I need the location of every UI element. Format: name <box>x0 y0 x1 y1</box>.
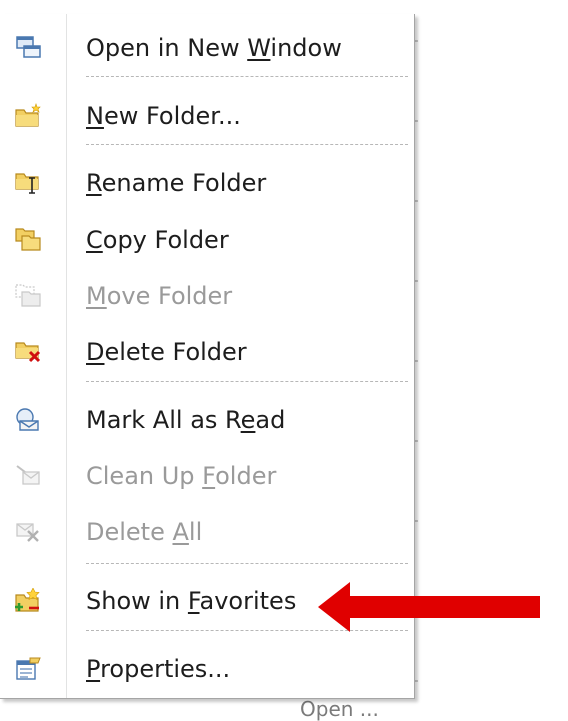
menu-separator <box>86 563 408 564</box>
menu-item-label: Clean Up Folder <box>86 462 277 490</box>
clean-up-icon <box>14 463 42 489</box>
menu-item-delete-all: Delete All <box>0 507 410 557</box>
properties-icon <box>14 656 42 682</box>
menu-item-label: Delete All <box>86 518 203 546</box>
menu-item-label: Open in New Window <box>86 34 342 62</box>
delete-all-icon <box>14 519 42 545</box>
menu-separator <box>86 381 408 382</box>
red-arrow-shape <box>318 582 540 632</box>
menu-item-label: Copy Folder <box>86 226 229 254</box>
menu-item-clean-up-folder: Clean Up Folder <box>0 451 410 501</box>
new-window-icon <box>14 35 42 61</box>
delete-folder-icon <box>14 339 42 365</box>
menu-item-label: Move Folder <box>86 282 233 310</box>
menu-item-rename-folder[interactable]: Rename Folder <box>0 158 410 208</box>
menu-item-label: New Folder... <box>86 102 241 130</box>
menu-item-label: Delete Folder <box>86 338 247 366</box>
new-folder-icon <box>14 103 42 129</box>
menu-item-delete-folder[interactable]: Delete Folder <box>0 327 410 377</box>
menu-item-mark-all-as-read[interactable]: Mark All as Read <box>0 395 410 445</box>
menu-item-new-folder[interactable]: New Folder... <box>0 91 410 141</box>
menu-item-label: Show in Favorites <box>86 587 297 615</box>
menu-item-open-in-new-window[interactable]: Open in New Window <box>0 23 410 73</box>
menu-item-label: Properties... <box>86 655 231 683</box>
copy-folder-icon <box>14 227 42 253</box>
menu-separator <box>86 144 408 145</box>
menu-item-label: Rename Folder <box>86 169 267 197</box>
menu-item-properties[interactable]: Properties... <box>0 644 410 694</box>
favorites-icon <box>14 587 42 614</box>
menu-item-copy-folder[interactable]: Copy Folder <box>0 215 410 265</box>
menu-item-label: Mark All as Read <box>86 406 286 434</box>
red-arrow-annotation <box>318 582 540 632</box>
menu-separator <box>86 76 408 77</box>
mark-read-icon <box>14 407 42 433</box>
menu-item-move-folder: Move Folder <box>0 271 410 321</box>
rename-folder-icon <box>14 170 42 196</box>
background-text: Open ... <box>300 698 379 721</box>
move-folder-icon <box>14 283 42 309</box>
screenshot: Open ... Open in New Window New Folder..… <box>0 0 568 721</box>
